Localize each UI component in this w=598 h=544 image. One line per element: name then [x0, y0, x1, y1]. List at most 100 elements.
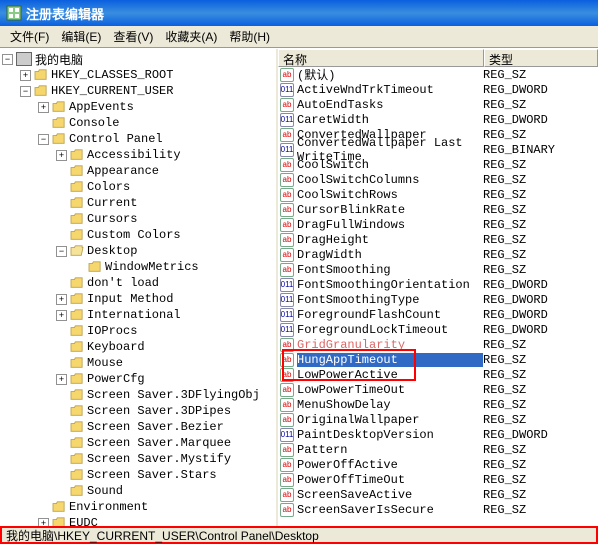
registry-value-row[interactable]: abLowPowerTimeOutREG_SZ	[278, 382, 598, 397]
expand-icon[interactable]: +	[38, 518, 49, 527]
expand-icon[interactable]: +	[20, 70, 31, 81]
registry-value-row[interactable]: abHungAppTimeoutREG_SZ	[278, 352, 598, 367]
tree-label: Accessibility	[87, 148, 181, 162]
expand-icon[interactable]: +	[56, 310, 67, 321]
registry-value-row[interactable]: abPowerOffTimeOutREG_SZ	[278, 472, 598, 487]
tree-root-row[interactable]: − 我的电脑	[2, 51, 274, 67]
tree-item[interactable]: +Input Method	[2, 291, 274, 307]
tree-label: Sound	[87, 484, 123, 498]
tree-item[interactable]: Sound	[2, 483, 274, 499]
folder-icon	[70, 293, 84, 305]
tree-item[interactable]: Custom Colors	[2, 227, 274, 243]
folder-icon	[70, 469, 84, 481]
value-name: MenuShowDelay	[297, 398, 483, 412]
col-name[interactable]: 名称	[278, 49, 484, 67]
expand-icon[interactable]: +	[56, 294, 67, 305]
value-type: REG_SZ	[483, 218, 526, 232]
tree-item[interactable]: +EUDC	[2, 515, 274, 526]
tree-item[interactable]: Screen Saver.Stars	[2, 467, 274, 483]
registry-value-row[interactable]: 011ActiveWndTrkTimeoutREG_DWORD	[278, 82, 598, 97]
registry-value-row[interactable]: abLowPowerActiveREG_SZ	[278, 367, 598, 382]
statusbar: 我的电脑\HKEY_CURRENT_USER\Control Panel\Des…	[0, 526, 598, 544]
menu-edit[interactable]: 编辑(E)	[55, 26, 107, 47]
collapse-icon[interactable]: −	[20, 86, 31, 97]
tree-item[interactable]: don't load	[2, 275, 274, 291]
registry-value-row[interactable]: abMenuShowDelayREG_SZ	[278, 397, 598, 412]
registry-value-row[interactable]: abCoolSwitchREG_SZ	[278, 157, 598, 172]
registry-value-row[interactable]: abCursorBlinkRateREG_SZ	[278, 202, 598, 217]
expand-icon[interactable]: +	[38, 102, 49, 113]
reg-string-icon: ab	[280, 218, 294, 232]
expand-icon[interactable]: +	[56, 374, 67, 385]
menu-view[interactable]: 查看(V)	[107, 26, 159, 47]
value-name: DragWidth	[297, 248, 483, 262]
registry-value-row[interactable]: abOriginalWallpaperREG_SZ	[278, 412, 598, 427]
registry-value-row[interactable]: abDragFullWindowsREG_SZ	[278, 217, 598, 232]
expand-icon[interactable]: −	[2, 54, 13, 65]
tree-item[interactable]: + Accessibility	[2, 147, 274, 163]
registry-value-row[interactable]: 011FontSmoothingOrientationREG_DWORD	[278, 277, 598, 292]
registry-value-row[interactable]: 011PaintDesktopVersionREG_DWORD	[278, 427, 598, 442]
value-type: REG_SZ	[483, 338, 526, 352]
tree-item[interactable]: Screen Saver.Marquee	[2, 435, 274, 451]
value-name: CaretWidth	[297, 113, 483, 127]
registry-value-row[interactable]: abCoolSwitchColumnsREG_SZ	[278, 172, 598, 187]
tree-item[interactable]: +International	[2, 307, 274, 323]
tree-label: Screen Saver.Bezier	[87, 420, 224, 434]
tree-item[interactable]: Cursors	[2, 211, 274, 227]
collapse-icon[interactable]: −	[56, 246, 67, 257]
tree-item[interactable]: Current	[2, 195, 274, 211]
registry-value-row[interactable]: abGridGranularityREG_SZ	[278, 337, 598, 352]
tree-item[interactable]: Screen Saver.3DFlyingObj	[2, 387, 274, 403]
tree-item[interactable]: Colors	[2, 179, 274, 195]
registry-value-row[interactable]: abPowerOffActiveREG_SZ	[278, 457, 598, 472]
expand-icon[interactable]: +	[56, 150, 67, 161]
tree-item[interactable]: −HKEY_CURRENT_USER	[2, 83, 274, 99]
tree-item[interactable]: − Desktop	[2, 243, 274, 259]
menu-file[interactable]: 文件(F)	[4, 26, 55, 47]
menu-favorites[interactable]: 收藏夹(A)	[159, 26, 223, 47]
tree-item[interactable]: IOProcs	[2, 323, 274, 339]
tree-item[interactable]: Screen Saver.Bezier	[2, 419, 274, 435]
registry-value-row[interactable]: 011ForegroundLockTimeoutREG_DWORD	[278, 322, 598, 337]
list-header: 名称 类型	[278, 49, 598, 67]
tree-label: Desktop	[87, 244, 137, 258]
tree-item[interactable]: Appearance	[2, 163, 274, 179]
collapse-icon[interactable]: −	[38, 134, 49, 145]
tree-item[interactable]: Mouse	[2, 355, 274, 371]
tree-pane[interactable]: − 我的电脑 +HKEY_CLASSES_ROOT−HKEY_CURRENT_U…	[0, 49, 278, 526]
registry-value-row[interactable]: abDragWidthREG_SZ	[278, 247, 598, 262]
registry-value-row[interactable]: 011ForegroundFlashCountREG_DWORD	[278, 307, 598, 322]
tree-label: WindowMetrics	[105, 260, 199, 274]
registry-value-row[interactable]: abPatternREG_SZ	[278, 442, 598, 457]
folder-icon	[70, 277, 84, 289]
titlebar[interactable]: 注册表编辑器	[0, 0, 598, 26]
tree-item[interactable]: Environment	[2, 499, 274, 515]
tree-item[interactable]: Screen Saver.3DPipes	[2, 403, 274, 419]
registry-value-row[interactable]: abFontSmoothingREG_SZ	[278, 262, 598, 277]
tree-label: Cursors	[87, 212, 137, 226]
registry-value-row[interactable]: abScreenSaverIsSecureREG_SZ	[278, 502, 598, 517]
registry-value-row[interactable]: ab(默认)REG_SZ	[278, 67, 598, 82]
tree-item[interactable]: +PowerCfg	[2, 371, 274, 387]
tree-item[interactable]: Keyboard	[2, 339, 274, 355]
tree-item[interactable]: +HKEY_CLASSES_ROOT	[2, 67, 274, 83]
registry-value-row[interactable]: abAutoEndTasksREG_SZ	[278, 97, 598, 112]
registry-value-row[interactable]: abCoolSwitchRowsREG_SZ	[278, 187, 598, 202]
value-type: REG_SZ	[483, 368, 526, 382]
registry-value-row[interactable]: 011FontSmoothingTypeREG_DWORD	[278, 292, 598, 307]
tree-item[interactable]: −Control Panel	[2, 131, 274, 147]
tree-item[interactable]: Screen Saver.Mystify	[2, 451, 274, 467]
registry-value-row[interactable]: abScreenSaveActiveREG_SZ	[278, 487, 598, 502]
tree-item[interactable]: Console	[2, 115, 274, 131]
tree-item[interactable]: +AppEvents	[2, 99, 274, 115]
value-type: REG_DWORD	[483, 83, 548, 97]
registry-value-row[interactable]: 011ConvertedWallpaper Last WriteTimeREG_…	[278, 142, 598, 157]
tree-item[interactable]: WindowMetrics	[2, 259, 274, 275]
col-type[interactable]: 类型	[484, 49, 598, 67]
list-pane[interactable]: 名称 类型 ab(默认)REG_SZ011ActiveWndTrkTimeout…	[278, 49, 598, 526]
registry-value-row[interactable]: abDragHeightREG_SZ	[278, 232, 598, 247]
registry-value-row[interactable]: 011CaretWidthREG_DWORD	[278, 112, 598, 127]
tree-label: Screen Saver.3DFlyingObj	[87, 388, 260, 402]
menu-help[interactable]: 帮助(H)	[223, 26, 276, 47]
